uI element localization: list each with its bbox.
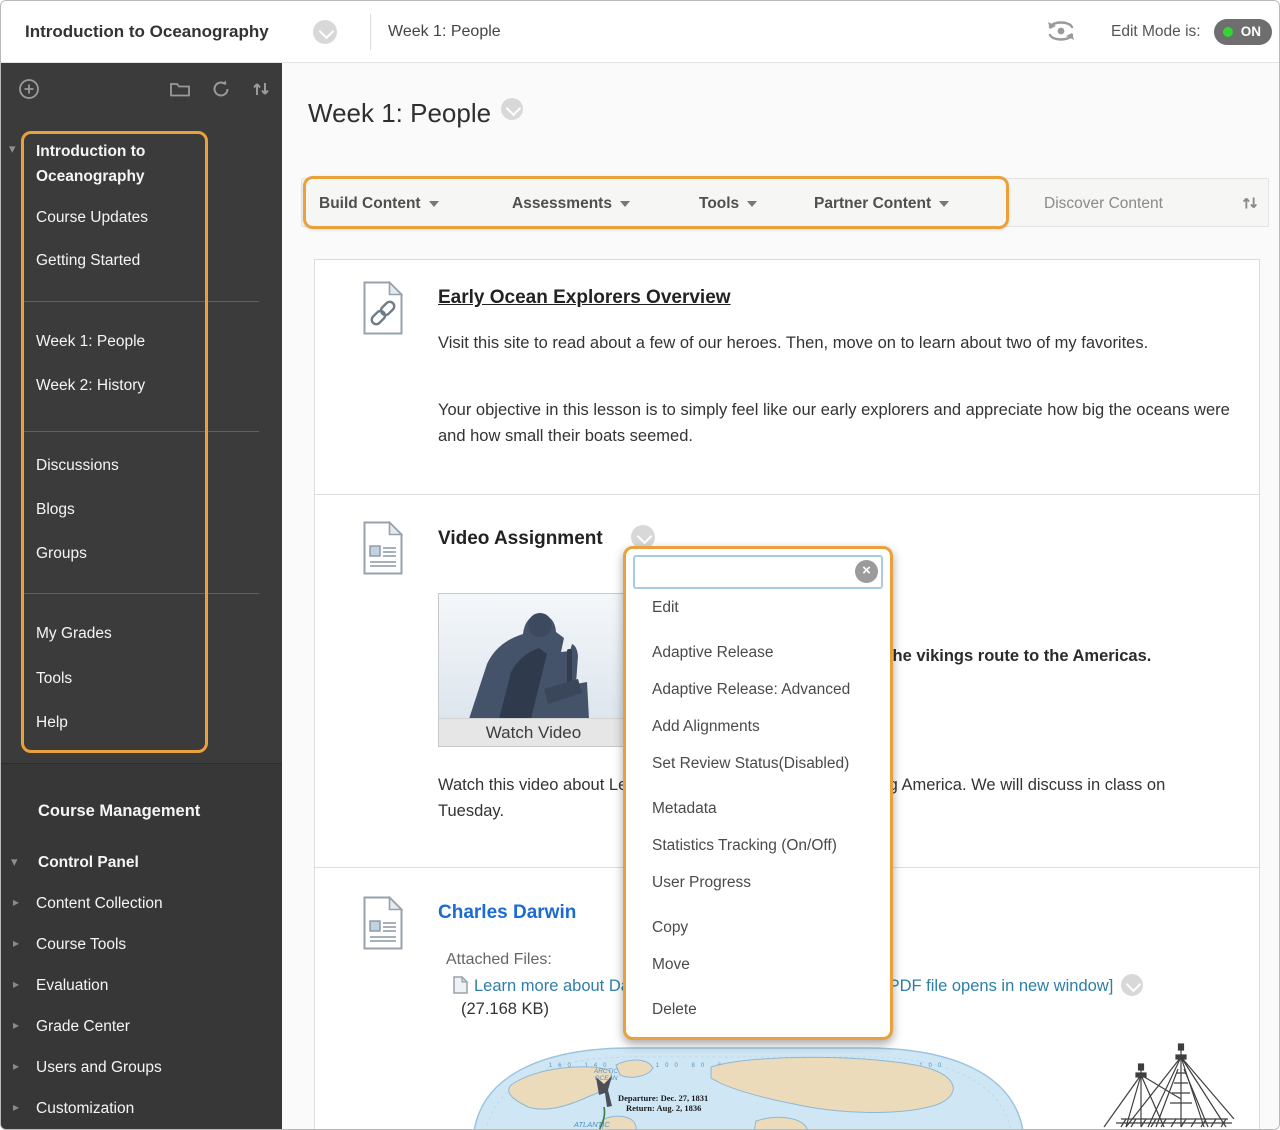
svg-text:ARCTIC: ARCTIC: [593, 1068, 619, 1075]
reorder-items-icon[interactable]: [1240, 193, 1260, 213]
breadcrumb: Week 1: People: [388, 1, 501, 63]
chevron-right-icon[interactable]: ▸: [13, 1059, 19, 1073]
folder-icon[interactable]: [169, 78, 191, 100]
sailing-ship-drawing: [1086, 1039, 1236, 1130]
chevron-down-icon: [747, 201, 757, 207]
course-menu-expanded-icon[interactable]: ▾: [9, 141, 16, 157]
menu-item-edit[interactable]: Edit: [652, 599, 882, 621]
edit-mode-label: Edit Mode is:: [1111, 1, 1201, 63]
context-menu-header-field: [633, 555, 883, 589]
sidebar-item-discussions[interactable]: Discussions: [36, 455, 119, 477]
map-departure-label: Departure: Dec. 27, 1831: [618, 1093, 708, 1103]
sidebar-item-control-panel[interactable]: Control Panel: [38, 852, 139, 874]
sidebar-toolbar: [1, 63, 282, 115]
link-document-icon: [363, 281, 403, 335]
video-thumbnail[interactable]: Watch Video: [438, 593, 629, 747]
sidebar-item-content-collection[interactable]: Content Collection: [36, 893, 163, 915]
sidebar-item-course-home[interactable]: Introduction to Oceanography: [36, 139, 196, 189]
chevron-right-icon[interactable]: ▸: [13, 1018, 19, 1032]
course-title-chevron-icon[interactable]: [313, 20, 337, 44]
course-title: Introduction to Oceanography: [25, 1, 269, 63]
explorers-paragraph-1: Visit this site to read about a few of o…: [438, 331, 1183, 357]
item-title-video-assignment[interactable]: Video Assignment: [438, 528, 603, 550]
control-panel-expanded-icon[interactable]: ▾: [11, 854, 18, 870]
menu-item-delete[interactable]: Delete: [652, 1001, 882, 1023]
course-management-panel: Course Management ▾ Control Panel ▸ Cont…: [1, 763, 282, 1129]
menu-item-user-progress[interactable]: User Progress: [652, 874, 882, 896]
course-management-heading: Course Management: [38, 800, 200, 822]
attached-files-label: Attached Files:: [446, 951, 552, 969]
chevron-right-icon[interactable]: ▸: [13, 936, 19, 950]
sidebar: ▾ Introduction to Oceanography Course Up…: [1, 63, 282, 1129]
file-icon: [453, 976, 468, 994]
breadcrumb-divider: [370, 14, 371, 50]
sidebar-item-blogs[interactable]: Blogs: [36, 499, 75, 521]
sidebar-item-course-tools[interactable]: Course Tools: [36, 934, 126, 956]
top-bar: Introduction to Oceanography Week 1: Peo…: [1, 1, 1279, 63]
sidebar-item-grade-center[interactable]: Grade Center: [36, 1016, 130, 1038]
discover-content-button[interactable]: Discover Content: [1044, 179, 1163, 228]
sidebar-item-help[interactable]: Help: [36, 712, 68, 734]
item-divider: [314, 494, 1260, 495]
sidebar-item-my-grades[interactable]: My Grades: [36, 623, 112, 645]
chevron-right-icon[interactable]: ▸: [13, 895, 19, 909]
menu-item-statistics-tracking[interactable]: Statistics Tracking (On/Off): [652, 837, 882, 859]
app-window: Introduction to Oceanography Week 1: Peo…: [0, 0, 1280, 1130]
reorder-icon[interactable]: [250, 78, 272, 100]
chevron-right-icon[interactable]: ▸: [13, 1100, 19, 1114]
sidebar-item-customization[interactable]: Customization: [36, 1098, 134, 1120]
map-atlantic-label: ATLANTIC: [573, 1120, 610, 1129]
watch-video-button[interactable]: Watch Video: [439, 718, 628, 746]
sidebar-item-groups[interactable]: Groups: [36, 543, 87, 565]
sidebar-item-tools[interactable]: Tools: [36, 668, 72, 690]
map-return-label: Return: Aug. 2, 1836: [626, 1103, 701, 1113]
edit-mode-toggle[interactable]: ON: [1214, 19, 1272, 45]
add-menu-item-icon[interactable]: [18, 78, 40, 100]
sidebar-item-week2[interactable]: Week 2: History: [36, 375, 145, 397]
sidebar-item-evaluation[interactable]: Evaluation: [36, 975, 108, 997]
menu-item-copy[interactable]: Copy: [652, 919, 882, 941]
explorers-paragraph-2: Your objective in this lesson is to simp…: [438, 398, 1238, 449]
sidebar-divider: [21, 301, 259, 302]
item-title-explorers[interactable]: Early Ocean Explorers Overview: [438, 287, 731, 309]
content-document-icon: [363, 521, 403, 575]
page-title-chevron-icon[interactable]: [501, 98, 523, 120]
menu-item-set-review-status[interactable]: Set Review Status(Disabled): [652, 755, 882, 777]
close-icon[interactable]: ×: [855, 560, 878, 583]
page-title: Week 1: People: [308, 98, 523, 129]
edit-mode-value: ON: [1241, 24, 1261, 39]
context-menu-list: Edit Adaptive Release Adaptive Release: …: [652, 599, 882, 1038]
tools-button[interactable]: Tools: [699, 179, 757, 228]
sidebar-item-course-updates[interactable]: Course Updates: [36, 207, 148, 229]
voyage-map-image: 160 140 120 100 80 60 40 20 0 20 40 60 8…: [456, 1043, 1041, 1130]
menu-item-add-alignments[interactable]: Add Alignments: [652, 718, 882, 740]
toggle-green-dot-icon: [1223, 27, 1233, 37]
video-side-note: the vikings route to the Americas.: [887, 647, 1151, 666]
chevron-down-icon: [429, 201, 439, 207]
item-context-menu: × Edit Adaptive Release Adaptive Release…: [623, 546, 893, 1040]
partner-content-button[interactable]: Partner Content: [814, 179, 949, 228]
content-document-icon: [363, 896, 403, 950]
sidebar-item-users-and-groups[interactable]: Users and Groups: [36, 1057, 162, 1079]
sidebar-item-getting-started[interactable]: Getting Started: [36, 250, 140, 272]
menu-item-adaptive-release[interactable]: Adaptive Release: [652, 644, 882, 666]
menu-item-metadata[interactable]: Metadata: [652, 800, 882, 822]
assessments-button[interactable]: Assessments: [512, 179, 630, 228]
sidebar-divider: [21, 593, 259, 594]
refresh-icon[interactable]: [210, 78, 232, 100]
chevron-down-icon: [939, 201, 949, 207]
menu-item-adaptive-release-advanced[interactable]: Adaptive Release: Advanced: [652, 681, 882, 703]
menu-item-move[interactable]: Move: [652, 956, 882, 978]
file-size: (27.168 KB): [461, 1000, 549, 1019]
sidebar-divider: [21, 431, 259, 432]
chevron-down-icon: [620, 201, 630, 207]
item-title-charles-darwin[interactable]: Charles Darwin: [438, 902, 576, 924]
student-preview-icon[interactable]: [1043, 14, 1079, 48]
action-bar: Build Content Assessments Tools Partner …: [301, 178, 1269, 227]
chevron-right-icon[interactable]: ▸: [13, 977, 19, 991]
file-link-chevron-icon[interactable]: [1121, 974, 1143, 996]
sidebar-item-week1[interactable]: Week 1: People: [36, 331, 145, 353]
build-content-button[interactable]: Build Content: [319, 179, 439, 228]
